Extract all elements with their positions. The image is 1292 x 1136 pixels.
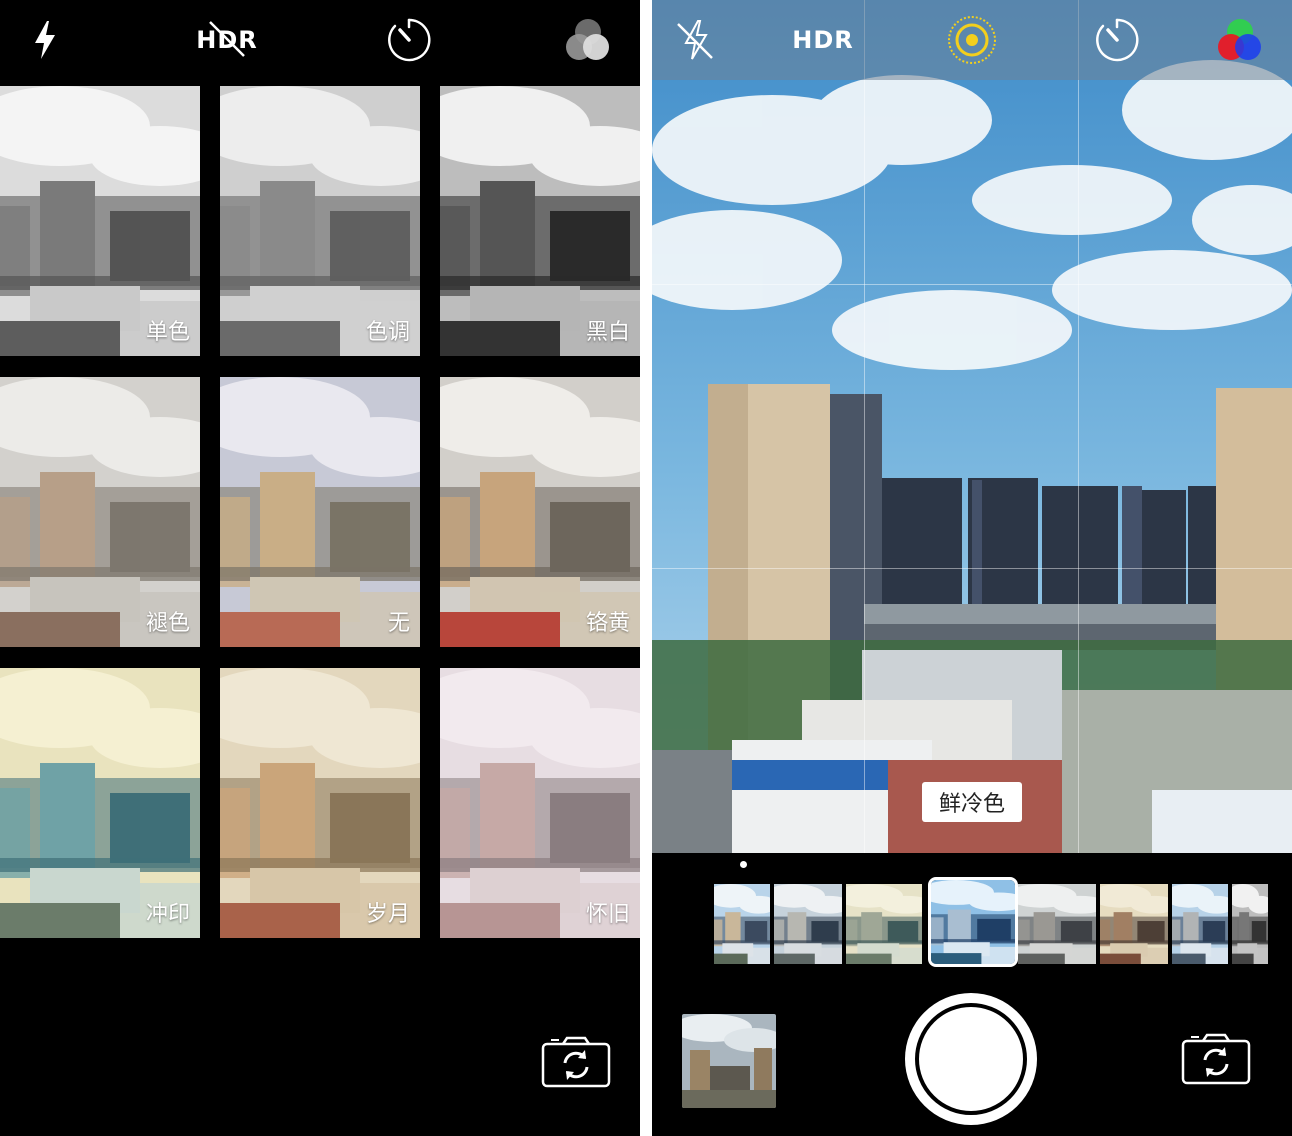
filter-strip-thumb[interactable] [928,877,1018,967]
filter-tile-transfer[interactable]: 岁月 [220,668,420,938]
grid-line-vertical-1 [864,0,865,853]
shutter-inner-ring [915,1003,1027,1115]
hdr-toggle[interactable]: HDR [792,20,854,60]
hdr-toggle[interactable]: HDR [196,20,258,60]
hdr-label: HDR [792,26,854,54]
flash-icon[interactable] [28,18,62,62]
filter-strip-thumb[interactable] [714,884,770,964]
filter-strip-thumb[interactable] [1100,884,1168,964]
filter-label: 黑白 [585,320,630,345]
filter-label: 怀旧 [585,902,630,927]
filter-strip-thumb[interactable] [1172,884,1228,964]
filter-tile-tonal[interactable]: 色调 [220,86,420,356]
page-indicator-dot [740,861,747,868]
top-toolbar: HDR [652,0,1292,80]
live-photo-icon[interactable] [946,14,998,66]
grid-line-horizontal-2 [652,568,1292,569]
left-camera-screen: HDR 单色 [0,0,640,1136]
filter-tile-instant[interactable]: 怀旧 [440,668,640,938]
filter-tile-fade[interactable]: 褪色 [0,377,200,647]
grid-line-vertical-2 [1078,0,1079,853]
switch-camera-icon[interactable] [541,1036,611,1088]
viewfinder[interactable] [652,0,1292,853]
filter-label: 褪色 [145,611,190,636]
filter-label: 冲印 [145,902,190,927]
filter-strip-thumb[interactable] [846,884,922,964]
filter-label: 铬黄 [585,611,630,636]
last-photo-thumbnail[interactable] [682,1014,776,1108]
filter-label: 岁月 [365,902,410,927]
filter-tile-none[interactable]: 无 [220,377,420,647]
filter-tile-process[interactable]: 冲印 [0,668,200,938]
timer-icon[interactable] [1094,17,1140,63]
filter-label: 色调 [365,320,410,345]
switch-camera-icon[interactable] [1181,1033,1251,1085]
timer-icon[interactable] [386,17,432,63]
filters-color-icon[interactable] [1214,16,1266,66]
filter-strip-thumb[interactable] [1232,884,1268,964]
filter-grid: 单色 色调 黑白 褪色 无 铬黄 冲印 岁月 怀旧 [0,86,640,938]
filter-label: 无 [387,611,410,636]
shutter-button[interactable] [905,993,1037,1125]
right-camera-screen: HDR 鲜冷色 [652,0,1292,1136]
current-filter-label: 鲜冷色 [922,782,1022,822]
filter-strip-thumb[interactable] [1018,884,1096,964]
flash-off-icon[interactable] [674,18,716,62]
bottom-controls [652,853,1292,1136]
filter-tile-noir[interactable]: 黑白 [440,86,640,356]
filter-tile-chrome[interactable]: 铬黄 [440,377,640,647]
filter-strip-thumb[interactable] [774,884,842,964]
filter-label: 单色 [145,320,190,345]
grid-line-horizontal-1 [652,284,1292,285]
top-toolbar: HDR [0,0,640,84]
filters-icon[interactable] [562,16,614,66]
filter-tile-mono[interactable]: 单色 [0,86,200,356]
